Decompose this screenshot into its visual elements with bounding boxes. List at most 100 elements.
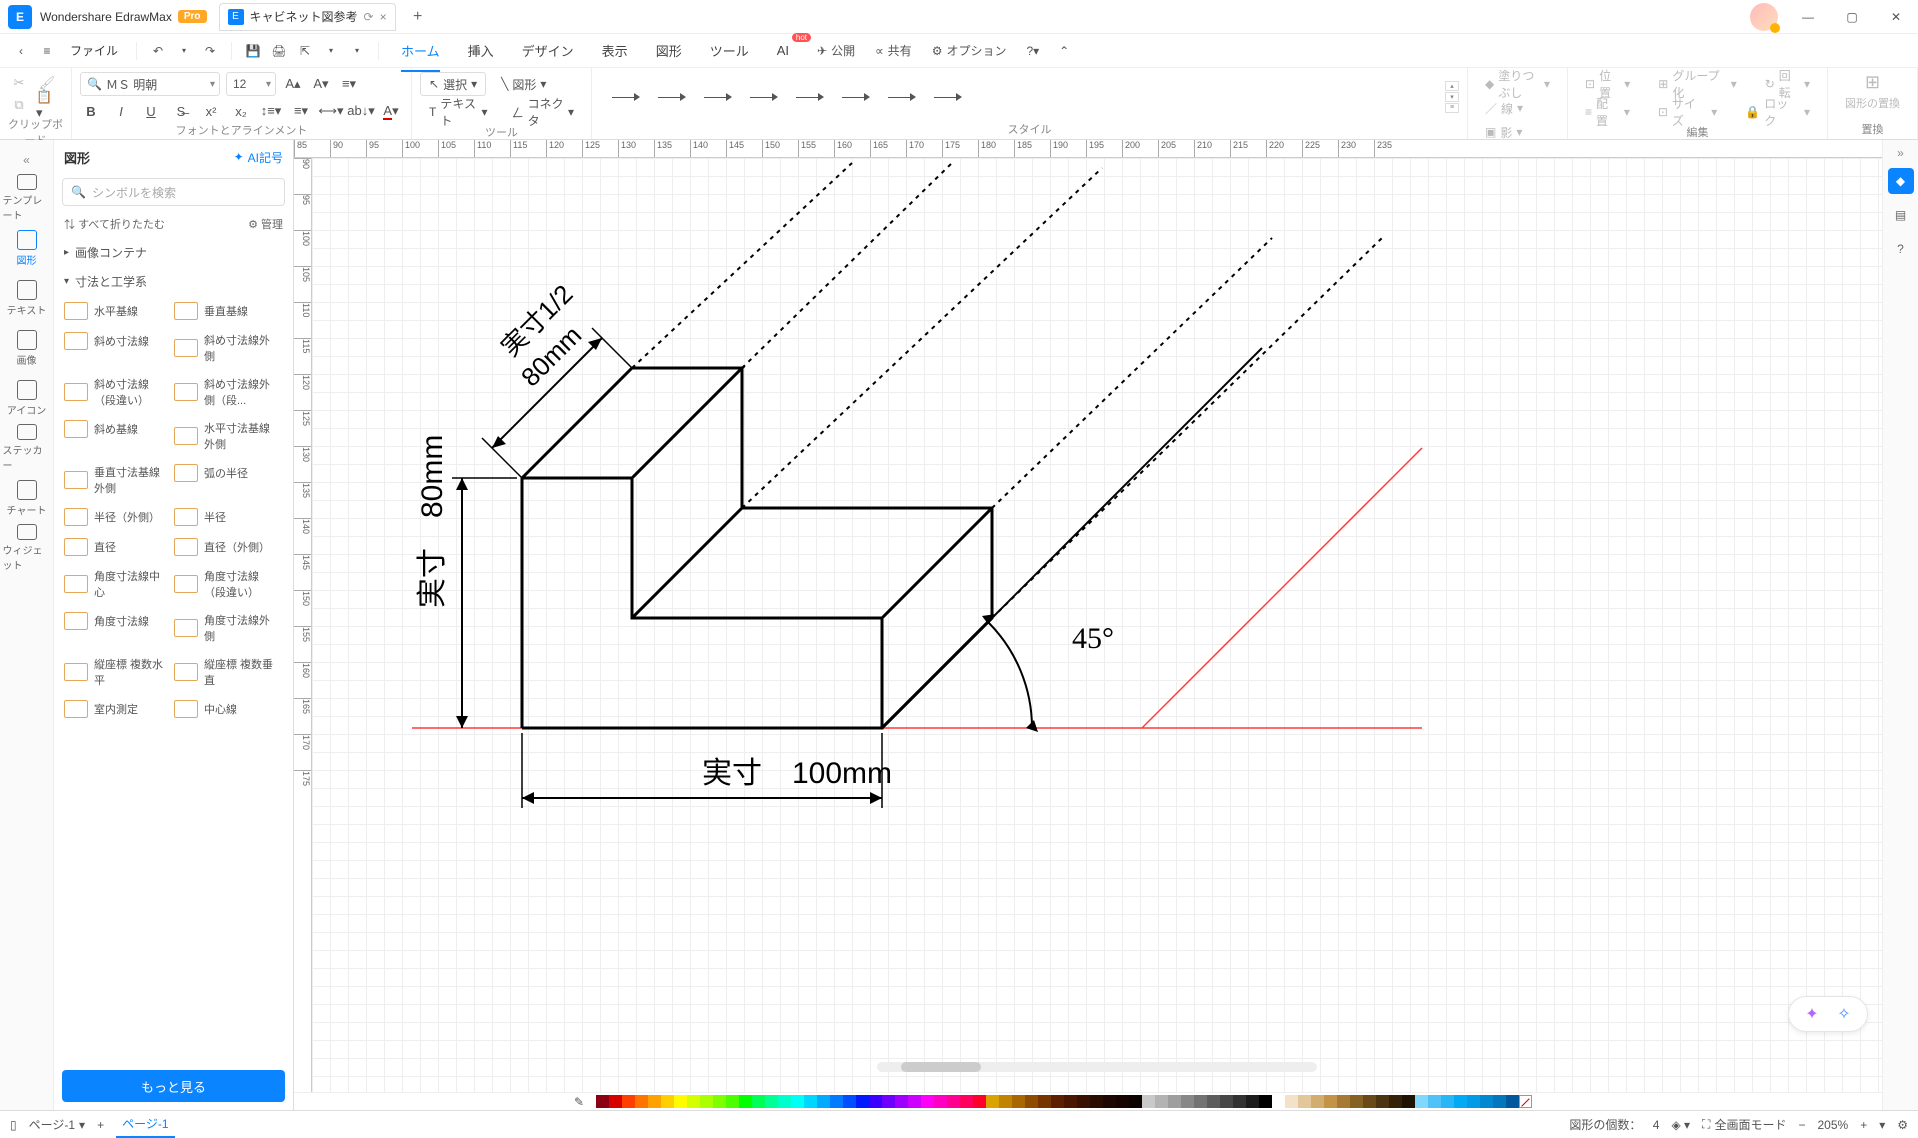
font-color-button[interactable]: A▾ bbox=[380, 100, 402, 122]
shape-item[interactable]: 垂直基線 bbox=[172, 296, 282, 326]
export-dropdown[interactable]: ▾ bbox=[320, 40, 342, 62]
color-swatch[interactable] bbox=[1051, 1095, 1064, 1108]
color-swatch[interactable] bbox=[856, 1095, 869, 1108]
undo-button[interactable]: ↶ bbox=[147, 40, 169, 62]
lock-button[interactable]: 🔒 ロック ▾ bbox=[1736, 100, 1819, 124]
color-swatch[interactable] bbox=[1376, 1095, 1389, 1108]
subscript-button[interactable]: x₂ bbox=[230, 100, 252, 122]
paste-button[interactable]: 📋▾ bbox=[36, 94, 58, 116]
window-minimize-button[interactable]: — bbox=[1786, 0, 1830, 34]
arrow-style-5[interactable] bbox=[796, 92, 824, 102]
color-swatch[interactable] bbox=[778, 1095, 791, 1108]
shape-item[interactable]: 斜め寸法線外側（段... bbox=[172, 370, 282, 414]
eyedropper-button[interactable]: ✎ bbox=[574, 1095, 592, 1109]
shape-item[interactable]: 角度寸法線 bbox=[62, 606, 172, 636]
menu-ai[interactable]: AI hot bbox=[765, 37, 801, 64]
color-swatch[interactable] bbox=[622, 1095, 635, 1108]
shape-item[interactable]: 斜め寸法線 bbox=[62, 326, 172, 356]
list-button[interactable]: ≡▾ bbox=[290, 100, 312, 122]
shape-item[interactable]: 半径（外側） bbox=[62, 502, 172, 532]
color-swatch[interactable] bbox=[1285, 1095, 1298, 1108]
connector-tool-button[interactable]: ㄥ コネクタ ▾ bbox=[503, 100, 583, 124]
replace-shape-button[interactable]: 図形の置換 bbox=[1845, 95, 1900, 111]
zoom-level[interactable]: 205% bbox=[1817, 1118, 1848, 1132]
color-swatch[interactable] bbox=[1311, 1095, 1324, 1108]
color-swatch[interactable] bbox=[1493, 1095, 1506, 1108]
rail-widgets[interactable]: ウィジェット bbox=[3, 524, 51, 572]
rail-charts[interactable]: チャート bbox=[3, 474, 51, 522]
color-swatch[interactable] bbox=[999, 1095, 1012, 1108]
shape-item[interactable]: 角度寸法線（段違い） bbox=[172, 562, 282, 606]
arrow-style-4[interactable] bbox=[750, 92, 778, 102]
color-swatch[interactable] bbox=[1025, 1095, 1038, 1108]
rail-templates[interactable]: テンプレート bbox=[3, 174, 51, 222]
shape-item[interactable]: 縦座標 複数垂直 bbox=[172, 650, 282, 694]
shape-item[interactable]: 水平寸法基線外側 bbox=[172, 414, 282, 458]
color-swatch[interactable] bbox=[908, 1095, 921, 1108]
color-swatch[interactable] bbox=[1012, 1095, 1025, 1108]
shape-item[interactable]: 室内測定 bbox=[62, 694, 172, 724]
color-swatch[interactable] bbox=[1142, 1095, 1155, 1108]
back-button[interactable]: ‹ bbox=[10, 40, 32, 62]
color-swatch[interactable] bbox=[1220, 1095, 1233, 1108]
color-swatch[interactable] bbox=[609, 1095, 622, 1108]
color-swatch[interactable] bbox=[1298, 1095, 1311, 1108]
color-swatch[interactable] bbox=[1415, 1095, 1428, 1108]
save-button[interactable]: 💾 bbox=[242, 40, 264, 62]
shape-item[interactable]: 弧の半径 bbox=[172, 458, 282, 488]
category-dimensions[interactable]: 寸法と工学系 bbox=[54, 267, 293, 296]
fill-button[interactable]: ◆ 塗りつぶし ▾ bbox=[1476, 72, 1559, 96]
color-swatch[interactable] bbox=[596, 1095, 609, 1108]
color-swatch[interactable] bbox=[635, 1095, 648, 1108]
color-swatch[interactable] bbox=[1103, 1095, 1116, 1108]
color-swatch[interactable] bbox=[1467, 1095, 1480, 1108]
color-swatch[interactable] bbox=[1337, 1095, 1350, 1108]
arrow-style-1[interactable] bbox=[612, 92, 640, 102]
superscript-button[interactable]: x² bbox=[200, 100, 222, 122]
rotate-button[interactable]: ↻ 回転 ▾ bbox=[1756, 72, 1819, 96]
shape-item[interactable]: 中心線 bbox=[172, 694, 282, 724]
print-button[interactable]: 🖨 bbox=[268, 40, 290, 62]
color-swatch[interactable] bbox=[1207, 1095, 1220, 1108]
window-maximize-button[interactable]: ▢ bbox=[1830, 0, 1874, 34]
shape-item[interactable]: 斜め寸法線外側 bbox=[172, 326, 282, 370]
color-swatch[interactable] bbox=[1441, 1095, 1454, 1108]
color-swatch[interactable] bbox=[1129, 1095, 1142, 1108]
color-swatch[interactable] bbox=[1272, 1095, 1285, 1108]
color-swatch[interactable] bbox=[1506, 1095, 1519, 1108]
menu-view[interactable]: 表示 bbox=[590, 35, 640, 66]
arrow-style-3[interactable] bbox=[704, 92, 732, 102]
color-swatch[interactable] bbox=[739, 1095, 752, 1108]
color-swatch[interactable] bbox=[765, 1095, 778, 1108]
select-tool-button[interactable]: ↖ 選択 ▾ bbox=[420, 72, 486, 96]
color-swatch[interactable] bbox=[1194, 1095, 1207, 1108]
color-swatch[interactable] bbox=[1038, 1095, 1051, 1108]
ai-wand-button[interactable]: ✦ bbox=[1801, 1003, 1823, 1025]
file-menu[interactable]: ファイル bbox=[62, 38, 126, 63]
color-swatch[interactable] bbox=[791, 1095, 804, 1108]
shape-item[interactable]: 垂直寸法基線外側 bbox=[62, 458, 172, 502]
color-swatch[interactable] bbox=[1480, 1095, 1493, 1108]
collapse-rightrail-button[interactable]: » bbox=[1897, 146, 1904, 160]
text-case-button[interactable]: ab↓▾ bbox=[350, 100, 372, 122]
add-page-button[interactable]: + bbox=[97, 1118, 104, 1132]
font-decrease-button[interactable]: A▾ bbox=[310, 73, 332, 95]
color-swatch[interactable] bbox=[648, 1095, 661, 1108]
share-button[interactable]: ∝共有 bbox=[867, 38, 920, 63]
layers-button[interactable]: ◈ ▾ bbox=[1671, 1118, 1690, 1132]
pages-panel-button[interactable]: ▤ bbox=[1888, 202, 1914, 228]
settings-gear-button[interactable]: ⚙ bbox=[1897, 1118, 1908, 1132]
line-button[interactable]: ／ 線 ▾ bbox=[1476, 96, 1532, 120]
options-button[interactable]: ⚙オプション bbox=[924, 38, 1015, 63]
ai-symbol-link[interactable]: ✦ AI記号 bbox=[234, 149, 283, 166]
replace-shape-icon[interactable]: ⊞ bbox=[1865, 72, 1880, 93]
font-increase-button[interactable]: A▴ bbox=[282, 73, 304, 95]
spacing-button[interactable]: ⟷▾ bbox=[320, 100, 342, 122]
rail-icons[interactable]: アイコン bbox=[3, 374, 51, 422]
color-swatch[interactable] bbox=[882, 1095, 895, 1108]
color-swatch[interactable] bbox=[1259, 1095, 1272, 1108]
menu-shapes[interactable]: 図形 bbox=[644, 35, 694, 66]
color-swatch[interactable] bbox=[1324, 1095, 1337, 1108]
color-swatch[interactable] bbox=[1077, 1095, 1090, 1108]
color-swatch[interactable] bbox=[1233, 1095, 1246, 1108]
